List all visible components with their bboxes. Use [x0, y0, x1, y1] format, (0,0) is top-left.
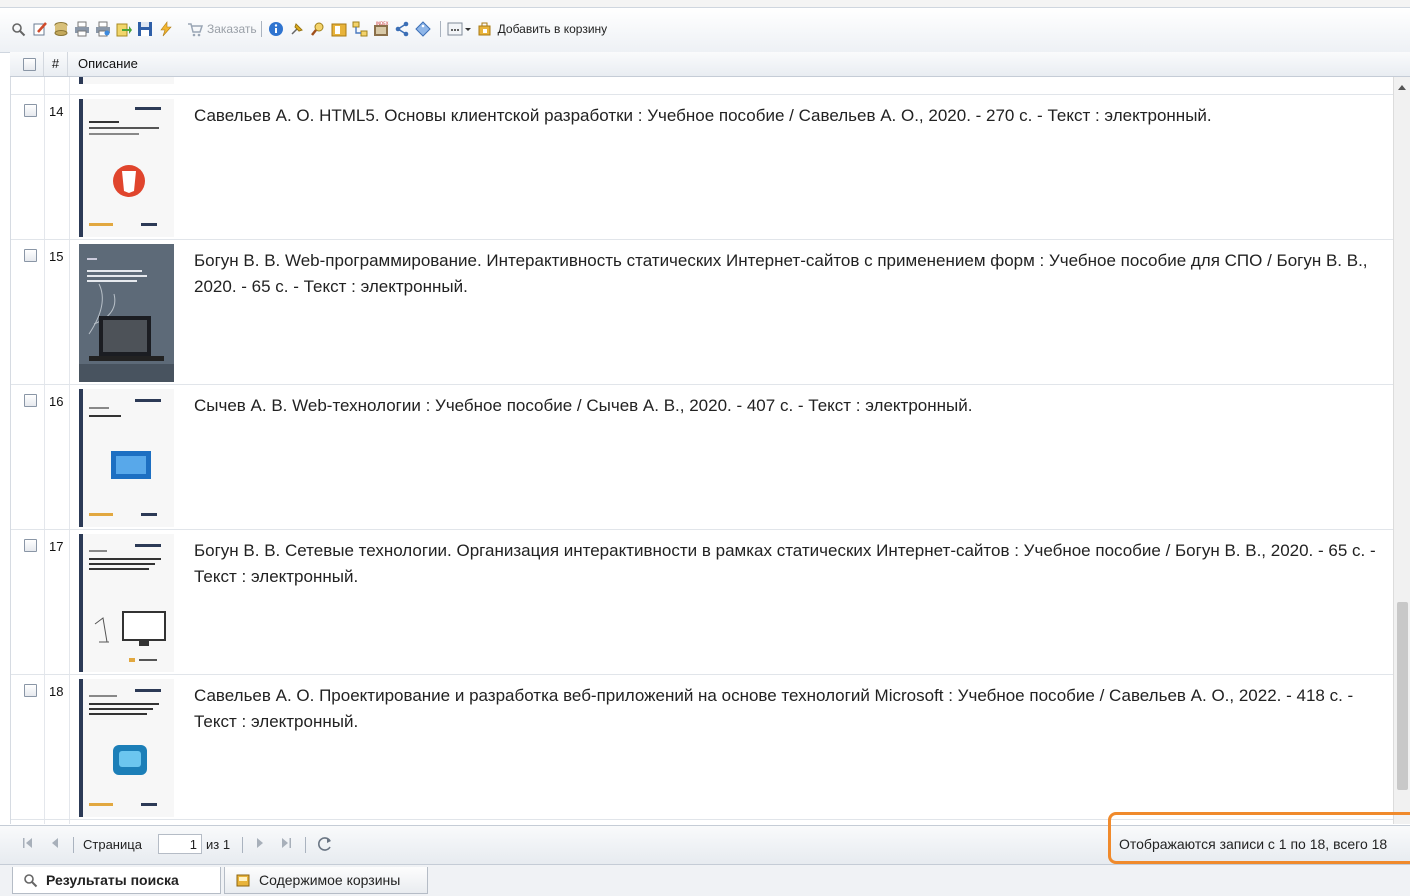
database-icon[interactable]: [52, 21, 69, 38]
print-preview-icon[interactable]: [94, 21, 111, 38]
window-top-edge: [0, 0, 1410, 8]
print-icon[interactable]: [73, 21, 90, 38]
table-row[interactable]: 18 Савельев А. О. Проектирование и разра…: [11, 675, 1394, 820]
grid-header: # Описание: [10, 52, 1410, 77]
row-number: 16: [49, 394, 64, 409]
book-description[interactable]: Савельев А. О. HTML5. Основы клиентской …: [194, 103, 1379, 129]
next-page-icon[interactable]: [255, 836, 265, 853]
pager-separator: [305, 837, 306, 853]
book-description[interactable]: Сычев А. В. Web-технологии : Учебное пос…: [194, 393, 1379, 419]
select-all-cell: [10, 52, 44, 76]
previous-page-icon[interactable]: [50, 836, 60, 853]
row-checkbox[interactable]: [24, 104, 37, 117]
row-number: 18: [49, 684, 64, 699]
share-icon[interactable]: [394, 21, 411, 38]
table-row[interactable]: [11, 77, 1394, 95]
row-number: 14: [49, 104, 64, 119]
tab-search-results-label: Результаты поиска: [46, 872, 179, 888]
cart-order-icon: [186, 21, 203, 38]
index-icon[interactable]: INDEX: [373, 21, 390, 38]
table-row[interactable]: 14 Савельев А. О. HTML5. Основы клиентск…: [11, 95, 1394, 240]
order-button[interactable]: Заказать: [207, 22, 257, 36]
book-description[interactable]: Богун В. В. Сетевые технологии. Организа…: [194, 538, 1379, 590]
pin-icon[interactable]: [289, 21, 306, 38]
book-cover: [79, 389, 174, 527]
add-to-cart-button[interactable]: Добавить в корзину: [498, 22, 608, 36]
book-description[interactable]: Савельев А. О. Проектирование и разработ…: [194, 683, 1379, 735]
book-cover: [79, 534, 174, 672]
records-status-text: Отображаются записи с 1 по 18, всего 18: [1119, 836, 1388, 852]
row-number: 17: [49, 539, 64, 554]
row-checkbox[interactable]: [24, 394, 37, 407]
page-total-label: из 1: [206, 837, 231, 852]
table-row[interactable]: 17 Богун В. В. Сетевые технологии. Орган…: [11, 530, 1394, 675]
vertical-scrollbar[interactable]: [1393, 77, 1410, 824]
tab-cart-contents[interactable]: Содержимое корзины: [224, 867, 428, 894]
tab-cart-contents-label: Содержимое корзины: [259, 872, 401, 888]
results-grid: 14 Савельев А. О. HTML5. Основы клиентск…: [10, 77, 1394, 824]
find-icon[interactable]: [310, 21, 327, 38]
folder-book-icon[interactable]: [331, 21, 348, 38]
scrollbar-thumb[interactable]: [1397, 602, 1408, 790]
toolbar-separator: [260, 21, 262, 37]
column-header-description[interactable]: Описание: [68, 52, 1393, 76]
row-number: 15: [49, 249, 64, 264]
tag-icon[interactable]: [415, 21, 432, 38]
book-cover: [79, 244, 174, 382]
more-menu-icon[interactable]: [447, 21, 473, 38]
select-all-checkbox[interactable]: [23, 58, 36, 71]
search-icon[interactable]: [10, 21, 27, 38]
row-checkbox[interactable]: [24, 539, 37, 552]
bottom-tab-bar: Результаты поиска Содержимое корзины: [0, 864, 1410, 896]
book-cover: [79, 77, 174, 84]
book-cover: [79, 99, 174, 237]
search-icon: [23, 873, 38, 888]
table-row[interactable]: 15 Богун В. В. Web-программирование. Инт…: [11, 240, 1394, 385]
first-page-icon[interactable]: [22, 836, 34, 853]
cart-box-icon: [235, 872, 251, 888]
book-description[interactable]: Богун В. В. Web-программирование. Интера…: [194, 248, 1379, 300]
svg-text:INDEX: INDEX: [376, 21, 389, 26]
pager-separator: [73, 837, 74, 853]
row-checkbox[interactable]: [24, 684, 37, 697]
info-icon[interactable]: [268, 21, 285, 38]
export-icon[interactable]: [115, 21, 132, 38]
book-cover: [79, 679, 174, 817]
toolbar-separator: [439, 21, 441, 37]
refresh-icon[interactable]: [316, 835, 334, 856]
lightning-icon[interactable]: [157, 21, 174, 38]
page-number-input[interactable]: [158, 834, 202, 854]
table-row[interactable]: 16 Сычев А. В. Web-технологии : Учебное …: [11, 385, 1394, 530]
edit-icon[interactable]: [31, 21, 48, 38]
save-icon[interactable]: [136, 21, 153, 38]
column-header-number[interactable]: #: [44, 52, 68, 76]
last-page-icon[interactable]: [280, 836, 292, 853]
share-tree-icon[interactable]: [352, 21, 369, 38]
tab-search-results[interactable]: Результаты поиска: [12, 867, 221, 894]
toolbar: Заказать INDEX Добавить в корзину: [0, 8, 1410, 53]
pager-separator: [242, 837, 243, 853]
add-to-cart-icon: [477, 21, 494, 38]
page-label: Страница: [83, 837, 142, 852]
row-checkbox[interactable]: [24, 249, 37, 262]
scroll-up-arrow-icon[interactable]: [1398, 85, 1406, 90]
